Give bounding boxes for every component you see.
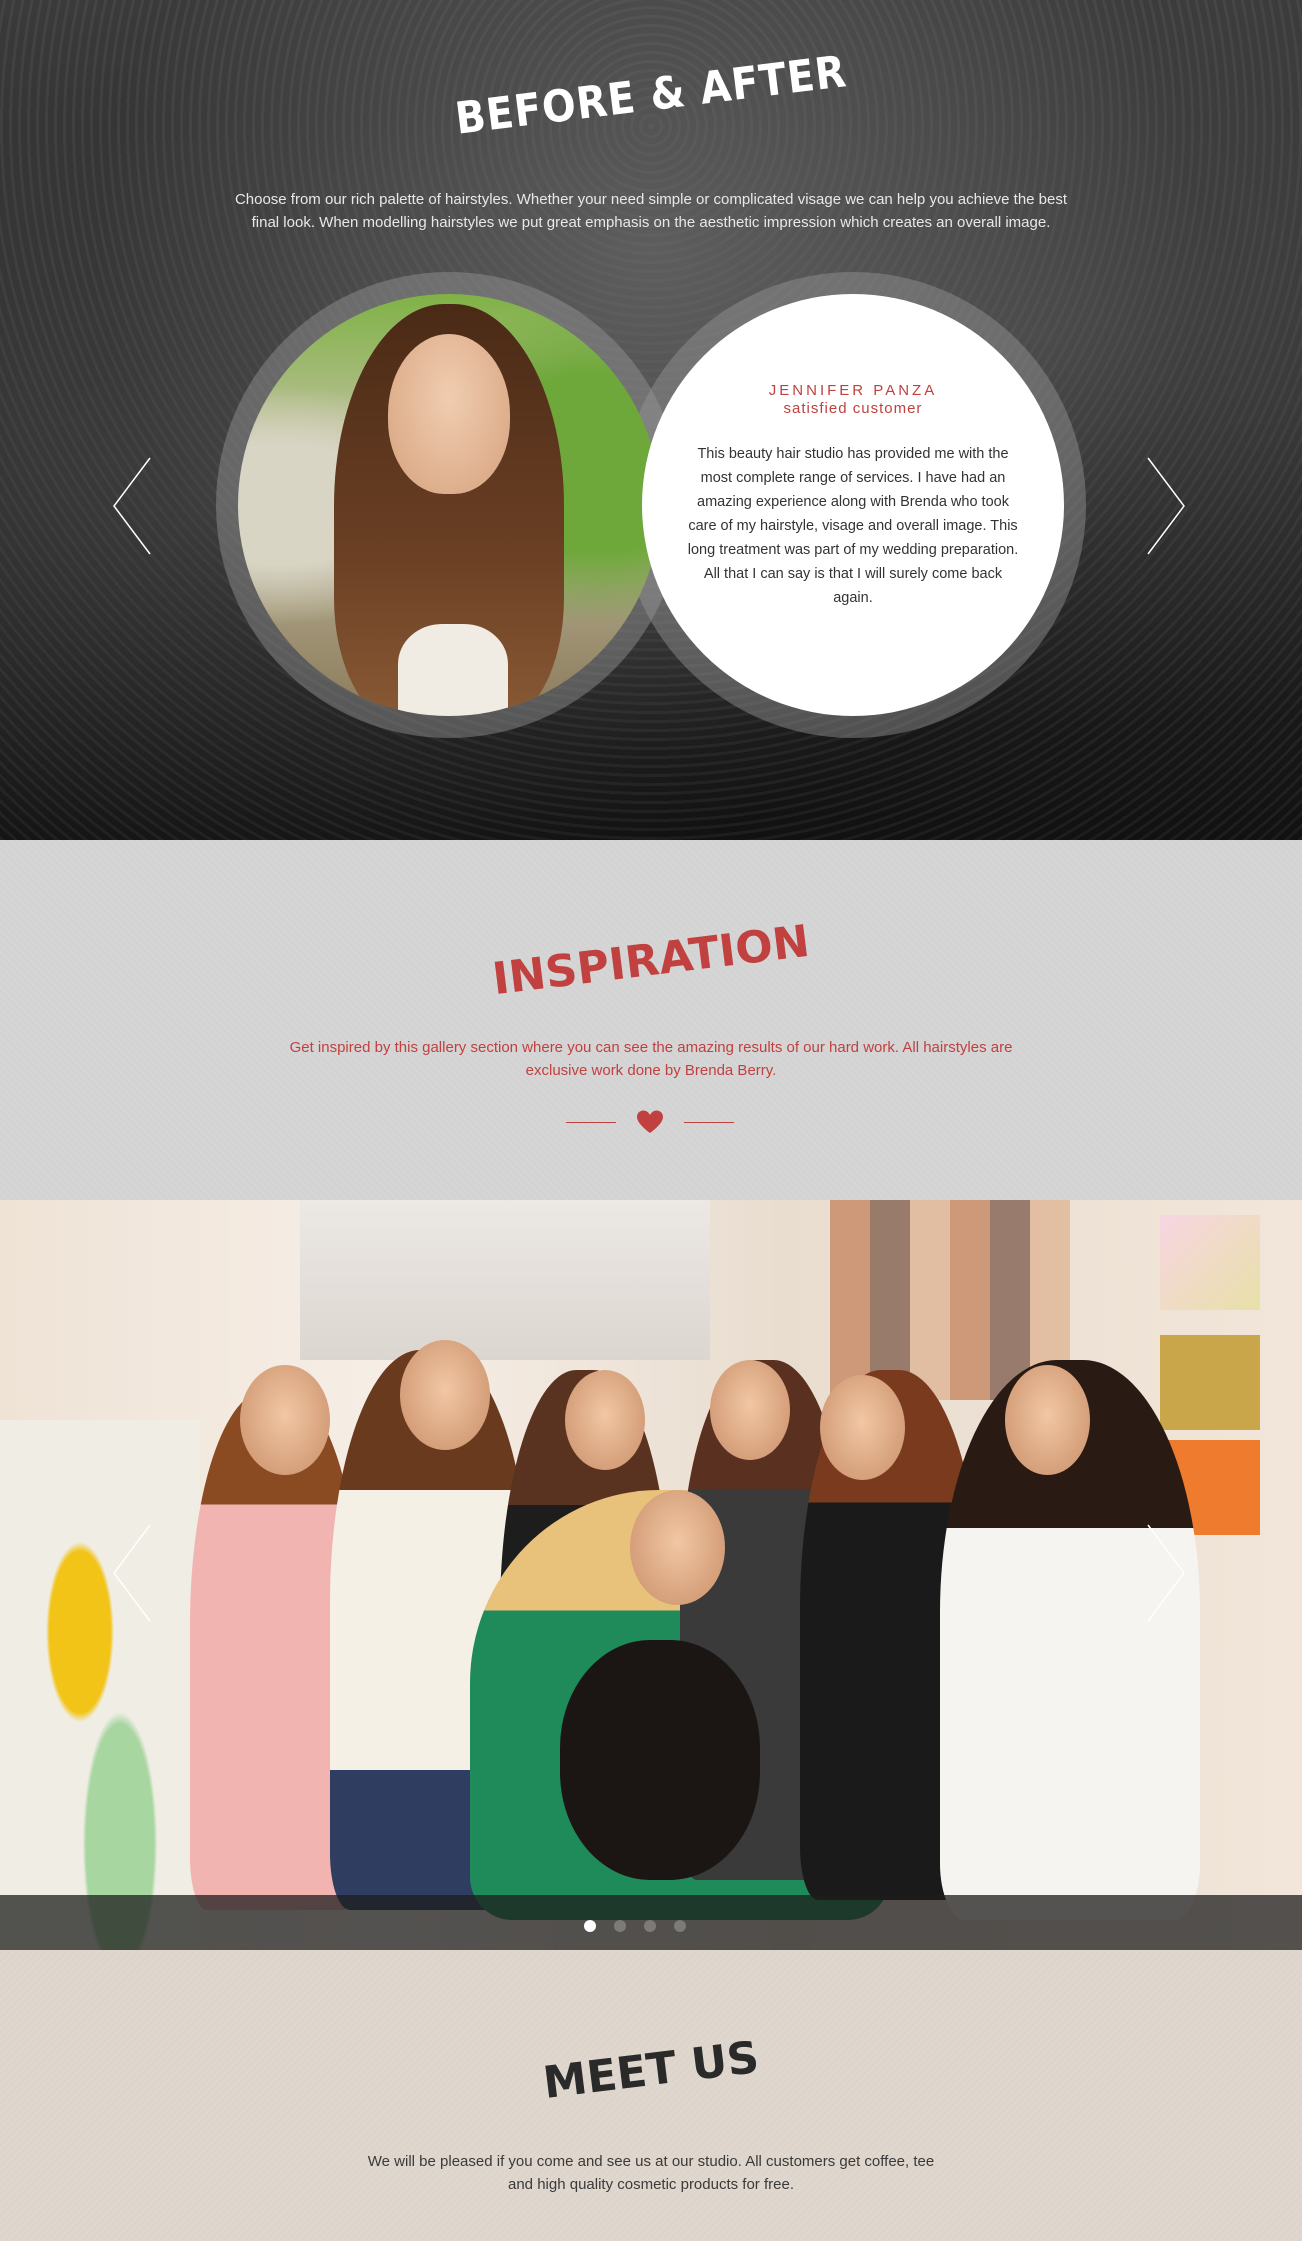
meet-us-description: We will be pleased if you come and see u… — [367, 2153, 935, 2193]
gallery-person-face — [240, 1365, 330, 1475]
customer-photo-face — [388, 334, 510, 494]
inspiration-description: Get inspired by this gallery section whe… — [289, 1039, 1013, 1079]
testimonial-prev-button[interactable] — [112, 456, 152, 556]
testimonial-role: satisfied customer — [783, 400, 923, 417]
meet-us-section: MEET US We will be pleased if you come a… — [0, 1950, 1302, 2241]
gallery-photo-mural — [0, 1420, 200, 1950]
gallery-dog — [560, 1640, 760, 1880]
testimonial-card: JENNIFER PANZA satisfied customer This b… — [642, 294, 1064, 716]
gallery-dot-1[interactable] — [584, 1920, 596, 1932]
divider-line-left — [566, 1122, 616, 1123]
gallery-person-face — [820, 1375, 905, 1480]
customer-photo — [238, 294, 660, 716]
before-after-description: Choose from our rich palette of hairstyl… — [234, 191, 1068, 231]
chevron-right-icon — [1147, 1524, 1185, 1622]
gallery-photo-art-1 — [1160, 1215, 1260, 1310]
before-after-section: BEFORE & AFTER Choose from our rich pale… — [0, 0, 1302, 840]
divider-line-right — [684, 1122, 734, 1123]
gallery-person-face — [630, 1490, 725, 1605]
gallery-dot-4[interactable] — [674, 1920, 686, 1932]
testimonial-name: JENNIFER PANZA — [768, 382, 938, 399]
gallery-dot-2[interactable] — [614, 1920, 626, 1932]
gallery-photo-art-2 — [1160, 1335, 1260, 1430]
meet-us-title: MEET US — [540, 2031, 762, 2110]
chevron-left-icon — [113, 457, 151, 555]
customer-photo-shirt — [398, 624, 508, 716]
gallery-person-face — [710, 1360, 790, 1460]
inspiration-section: INSPIRATION Get inspired by this gallery… — [0, 840, 1302, 1200]
gallery-prev-button[interactable] — [112, 1523, 152, 1623]
gallery-person-face — [400, 1340, 490, 1450]
testimonial-quote: This beauty hair studio has provided me … — [687, 446, 1019, 606]
gallery-person-face — [565, 1370, 645, 1470]
chevron-right-icon — [1147, 457, 1185, 555]
heart-icon — [637, 1110, 663, 1133]
gallery-person-face — [1005, 1365, 1090, 1475]
gallery-next-button[interactable] — [1146, 1523, 1186, 1623]
gallery-slider — [0, 1200, 1302, 1950]
gallery-dot-3[interactable] — [644, 1920, 656, 1932]
before-after-title: BEFORE & AFTER — [452, 46, 850, 145]
chevron-left-icon — [113, 1524, 151, 1622]
gallery-photo-blind — [300, 1200, 710, 1360]
testimonial-next-button[interactable] — [1146, 456, 1186, 556]
inspiration-title: INSPIRATION — [489, 915, 813, 1006]
